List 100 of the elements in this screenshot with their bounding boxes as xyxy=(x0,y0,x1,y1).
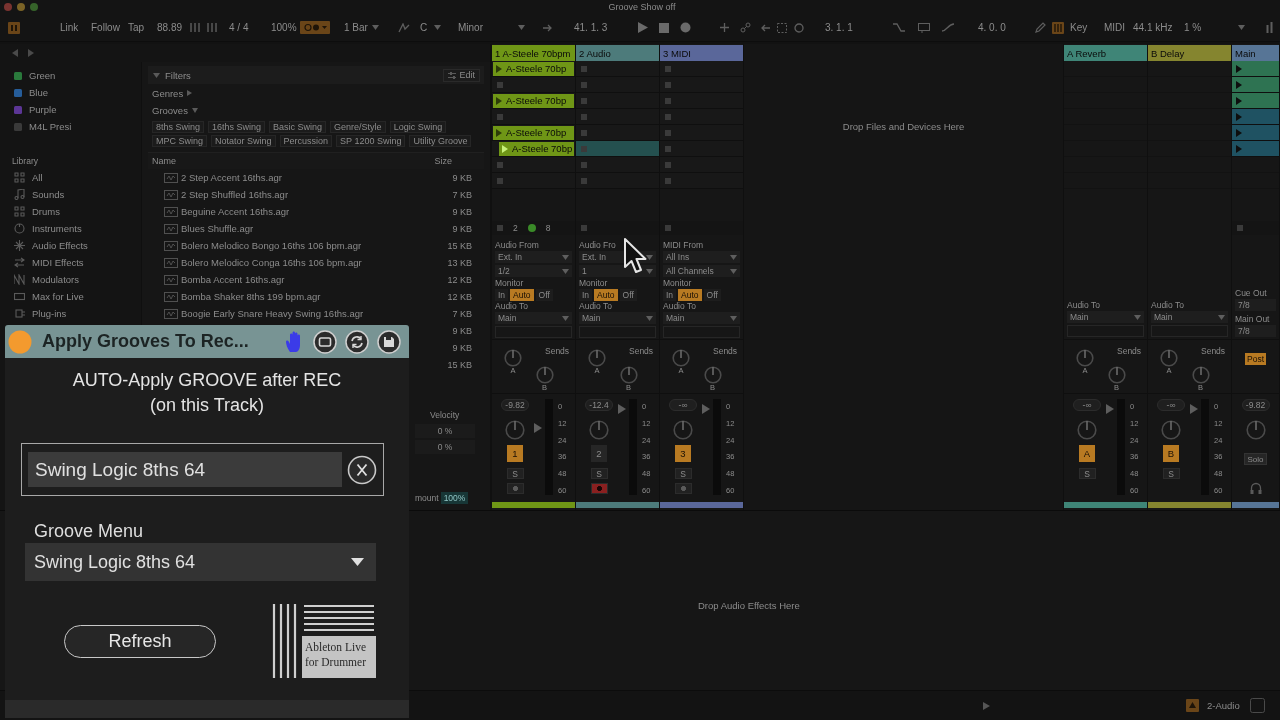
knob-icon[interactable] xyxy=(1076,349,1094,367)
clip[interactable]: A-Steele 70bp xyxy=(493,93,574,108)
sidebar-item[interactable]: Modulators xyxy=(0,271,83,288)
monitor-option[interactable]: Auto xyxy=(594,289,618,301)
record-arm-button[interactable] xyxy=(674,483,692,494)
clip-slot[interactable] xyxy=(576,141,659,157)
output-select[interactable]: Main xyxy=(1067,311,1144,323)
arrow-right-icon[interactable] xyxy=(543,23,553,32)
square-icon[interactable] xyxy=(497,177,503,184)
scene-launch-button[interactable] xyxy=(1232,141,1279,157)
refresh-button[interactable]: Refresh xyxy=(64,624,216,658)
track-header[interactable]: Main xyxy=(1232,45,1279,61)
groove-dropdown[interactable]: Swing Logic 8ths 64 xyxy=(25,543,376,581)
scene-launch-button[interactable] xyxy=(1232,61,1279,77)
clear-icon[interactable] xyxy=(347,454,377,485)
knob-icon[interactable] xyxy=(1077,420,1097,440)
step-line-icon[interactable] xyxy=(893,23,905,32)
triangle-tile-icon[interactable] xyxy=(1186,699,1199,712)
close-button[interactable] xyxy=(4,3,12,11)
scale-icon[interactable] xyxy=(398,22,410,33)
knob-icon[interactable] xyxy=(504,349,522,367)
bars-icon[interactable] xyxy=(207,23,217,32)
filter-tag[interactable]: Percussion xyxy=(279,135,333,147)
volume-field[interactable]: -∞ xyxy=(1073,399,1101,411)
input-select[interactable]: All Ins xyxy=(663,251,740,263)
fader-thumb-icon[interactable] xyxy=(1106,403,1114,414)
record-arm-button[interactable] xyxy=(506,483,524,494)
volume-field[interactable]: -9.82 xyxy=(1241,399,1270,411)
square-icon[interactable] xyxy=(581,129,587,136)
knob-icon[interactable] xyxy=(505,420,525,440)
save-icon[interactable] xyxy=(377,329,401,354)
filter-tag[interactable]: Genre/Style xyxy=(330,120,386,133)
loop-start-field[interactable]: 3. 1. 1 xyxy=(825,22,853,33)
midi-map-button[interactable]: MIDI xyxy=(1104,22,1126,33)
channel-select[interactable]: All Channels xyxy=(663,265,740,277)
layout-icon[interactable] xyxy=(8,21,20,34)
output-select[interactable]: 7/8 xyxy=(1235,325,1276,337)
solo-button[interactable]: S xyxy=(590,468,608,479)
square-icon[interactable] xyxy=(581,97,587,104)
clip[interactable]: A-Steele 70bp xyxy=(493,61,574,76)
scene-launch-button[interactable] xyxy=(1232,125,1279,141)
solo-button[interactable]: S xyxy=(674,468,692,479)
knob-icon[interactable] xyxy=(589,420,609,440)
sidebar-item[interactable]: Instruments xyxy=(0,220,86,237)
track-header[interactable]: A Reverb xyxy=(1064,45,1147,61)
square-icon[interactable] xyxy=(581,65,587,72)
sidebar-item[interactable]: Plug-ins xyxy=(0,305,71,322)
screen-icon[interactable] xyxy=(313,329,337,354)
clip[interactable]: A-Steele 70bp xyxy=(493,125,574,140)
scene-launch-button[interactable] xyxy=(1232,109,1279,125)
monitor-option[interactable]: In xyxy=(663,289,677,301)
square-icon[interactable] xyxy=(665,81,671,88)
knob-icon[interactable] xyxy=(704,366,722,384)
monitor-option[interactable]: Off xyxy=(619,289,637,301)
meter-icon[interactable] xyxy=(1266,22,1274,33)
output-select[interactable]: Main xyxy=(663,312,740,324)
scene-launch-button[interactable] xyxy=(1232,93,1279,109)
knob-icon[interactable] xyxy=(1160,349,1178,367)
square-icon[interactable] xyxy=(665,129,671,136)
play-icon[interactable] xyxy=(983,701,990,710)
post-button[interactable]: Post xyxy=(1245,353,1266,365)
square-button-icon[interactable] xyxy=(1250,698,1265,713)
solo-button[interactable]: Solo xyxy=(1244,453,1267,465)
square-icon[interactable] xyxy=(581,113,587,120)
square-icon[interactable] xyxy=(665,177,671,184)
knob-icon[interactable] xyxy=(673,420,693,440)
monitor-option[interactable]: Off xyxy=(703,289,721,301)
arrow-left-icon[interactable] xyxy=(760,23,770,32)
fader-thumb-icon[interactable] xyxy=(618,403,626,414)
sidebar-item[interactable]: MIDI Effects xyxy=(0,254,88,271)
quantization-menu[interactable]: 1 Bar xyxy=(344,22,368,33)
record-arm-button[interactable] xyxy=(590,483,608,494)
filter-tag[interactable]: SP 1200 Swing xyxy=(336,135,406,147)
sidebar-item[interactable]: Green xyxy=(0,67,60,84)
tap-button[interactable]: Tap xyxy=(128,22,145,33)
track-header[interactable]: 3 MIDI xyxy=(660,45,743,61)
sync-icon[interactable] xyxy=(345,329,369,354)
bars-icon[interactable] xyxy=(190,23,200,32)
monitor-option[interactable]: Auto xyxy=(678,289,702,301)
pencil-icon[interactable] xyxy=(1035,22,1046,33)
song-position-field[interactable]: 41. 1. 3 xyxy=(574,22,608,33)
sidebar-item[interactable]: Drums xyxy=(0,203,64,220)
square-icon[interactable] xyxy=(581,81,587,88)
scale-menu[interactable]: Minor xyxy=(458,22,483,33)
metronome-dots-icon[interactable] xyxy=(300,21,330,34)
monitor-option[interactable]: In xyxy=(495,289,509,301)
circle-icon[interactable] xyxy=(794,22,804,33)
sidebar-item[interactable]: Max for Live xyxy=(0,288,88,305)
volume-field[interactable]: -9.82 xyxy=(501,399,529,411)
back-icon[interactable] xyxy=(12,49,18,57)
nodes-icon[interactable] xyxy=(740,22,751,33)
track-header[interactable]: 2 Audio xyxy=(576,45,659,61)
filter-tag[interactable]: MPC Swing xyxy=(152,135,207,147)
circle-toggle-icon[interactable] xyxy=(8,329,32,354)
filter-tag[interactable]: 16ths Swing xyxy=(208,120,266,133)
fader-thumb-icon[interactable] xyxy=(702,403,710,414)
velocity-field[interactable]: 0 % xyxy=(415,440,475,454)
output-select[interactable]: Main xyxy=(1151,311,1228,323)
plus-icon[interactable] xyxy=(720,23,729,32)
stop-icon[interactable] xyxy=(659,22,669,33)
